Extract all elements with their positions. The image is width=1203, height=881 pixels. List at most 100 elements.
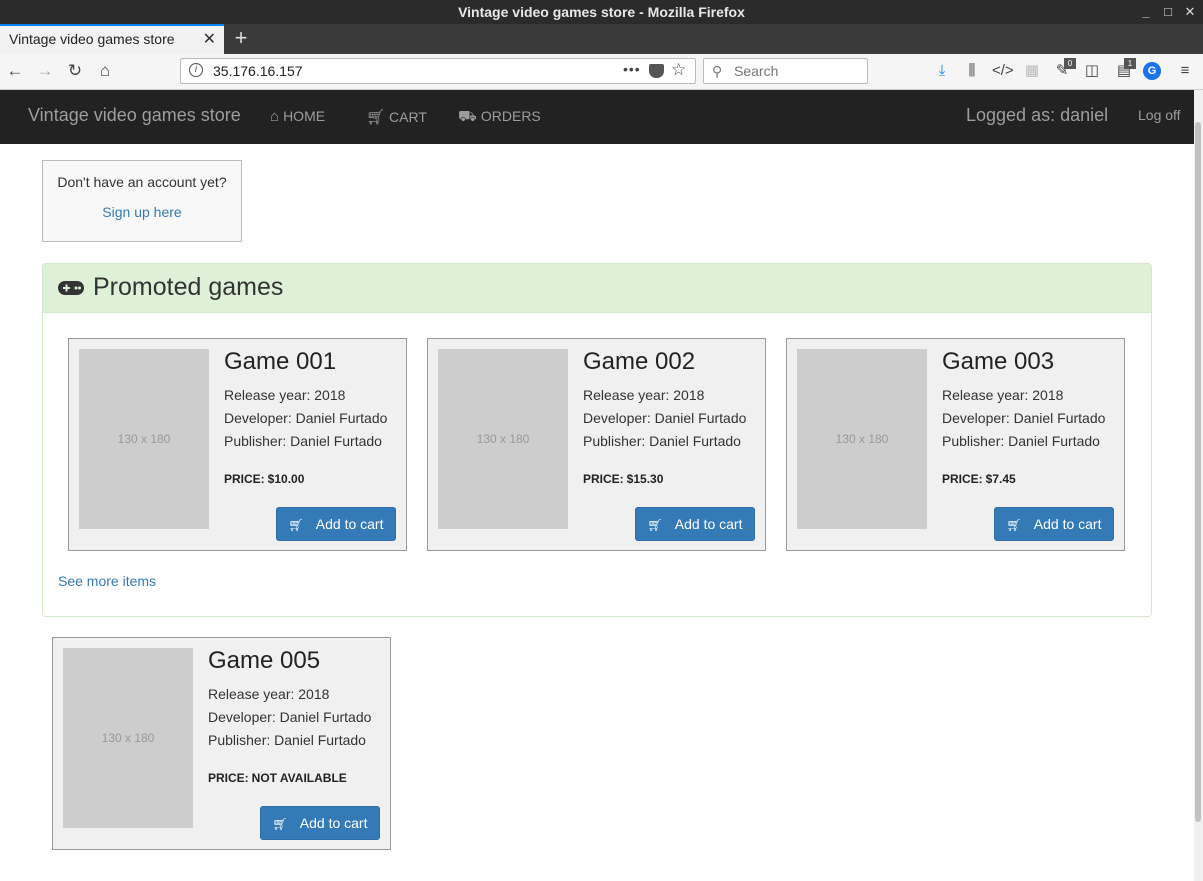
game-card: 130 x 180 Game 003 Release year: 2018 De… [786, 338, 1125, 551]
nav-home[interactable]: ⌂ HOME [270, 108, 325, 125]
price-value: $15.30 [626, 472, 664, 486]
see-more-link[interactable]: See more items [58, 573, 156, 589]
brand-link[interactable]: Vintage video games store [28, 105, 241, 126]
logged-as-text: Logged as: daniel [966, 105, 1109, 125]
release-year: Release year: 2018 [208, 686, 330, 702]
nav-orders-label: ORDERS [480, 108, 541, 124]
gamepad-icon [58, 281, 84, 295]
close-tab-icon[interactable]: ✕ [203, 26, 216, 53]
price-label: PRICE: [583, 472, 624, 486]
tab-strip: Vintage video games store ✕ + [0, 24, 1203, 54]
game-thumbnail[interactable]: 130 x 180 [438, 349, 568, 529]
screenshot-icon[interactable]: ▦ [1022, 61, 1042, 81]
game-title[interactable]: Game 005 [208, 647, 320, 675]
reload-icon[interactable]: ↻ [64, 60, 86, 82]
new-tab-icon[interactable]: + [230, 24, 252, 54]
browser-toolbar: ← → ↻ ⌂ i 35.176.16.157 ••• ☆ ⚲ ⤓ ⫼ </> … [0, 54, 1203, 90]
shopping-cart-icon: 🛒︎ [288, 518, 304, 532]
nav-home-label: HOME [283, 108, 326, 124]
minimize-button[interactable]: _ [1134, 0, 1158, 24]
truck-icon: ⛟ [458, 108, 477, 125]
log-off-link[interactable]: Log off [1138, 107, 1181, 123]
developer: Developer: Daniel Furtado [224, 410, 388, 426]
add-to-cart-label: Add to cart [315, 516, 384, 532]
price-label: PRICE: [208, 771, 249, 785]
price: PRICE: NOT AVAILABLE [208, 771, 347, 785]
publisher: Publisher: Daniel Furtado [208, 732, 366, 748]
shopping-cart-icon: 🛒︎ [1006, 518, 1022, 532]
game-title[interactable]: Game 003 [942, 348, 1054, 376]
forward-arrow-icon[interactable]: → [34, 60, 56, 82]
price: PRICE: $7.45 [942, 472, 1016, 486]
scrollbar-thumb[interactable] [1195, 122, 1201, 822]
signup-question: Don't have an account yet? [57, 174, 227, 190]
grammarly-icon[interactable]: G [1143, 62, 1161, 80]
home-icon: ⌂ [270, 108, 280, 125]
menu-icon[interactable]: ≡ [1175, 61, 1195, 81]
nav-cart[interactable]: 🛒︎ CART [366, 108, 427, 126]
price-value: $7.45 [985, 472, 1016, 486]
price: PRICE: $10.00 [224, 472, 304, 486]
developer-tools-icon[interactable]: </> [992, 61, 1014, 81]
price-value: NOT AVAILABLE [251, 771, 347, 785]
add-to-cart-label: Add to cart [1033, 516, 1102, 532]
url-text[interactable]: 35.176.16.157 [213, 63, 303, 79]
browser-tab[interactable]: Vintage video games store ✕ [0, 24, 224, 54]
game-card: 130 x 180 Game 001 Release year: 2018 De… [68, 338, 407, 551]
add-to-cart-label: Add to cart [674, 516, 743, 532]
game-title[interactable]: Game 002 [583, 348, 695, 376]
shopping-cart-icon: 🛒︎ [647, 518, 663, 532]
search-input[interactable] [734, 62, 859, 80]
release-year: Release year: 2018 [583, 387, 705, 403]
search-bar[interactable]: ⚲ [703, 58, 868, 84]
release-year: Release year: 2018 [224, 387, 346, 403]
add-to-cart-button[interactable]: 🛒︎ Add to cart [260, 806, 380, 840]
download-icon[interactable]: ⤓ [932, 61, 952, 81]
publisher: Publisher: Daniel Furtado [942, 433, 1100, 449]
window-title: Vintage video games store - Mozilla Fire… [458, 4, 745, 20]
game-thumbnail[interactable]: 130 x 180 [797, 349, 927, 529]
price-label: PRICE: [224, 472, 265, 486]
add-to-cart-button[interactable]: 🛒︎ Add to cart [276, 507, 396, 541]
extension-a-badge: 0 [1064, 58, 1076, 69]
release-year: Release year: 2018 [942, 387, 1064, 403]
site-info-icon[interactable]: i [189, 63, 203, 77]
page-scrollbar[interactable] [1194, 90, 1203, 881]
tab-title: Vintage video games store [9, 31, 175, 47]
home-icon[interactable]: ⌂ [94, 60, 116, 82]
developer: Developer: Daniel Furtado [942, 410, 1106, 426]
price-value: $10.00 [267, 472, 305, 486]
price: PRICE: $15.30 [583, 472, 663, 486]
sidebar-icon[interactable]: ◫ [1082, 61, 1102, 81]
maximize-button[interactable]: □ [1156, 0, 1180, 24]
url-bar[interactable]: i 35.176.16.157 ••• ☆ [180, 58, 696, 84]
site-navbar: Vintage video games store ⌂ HOME 🛒︎ CART ⛟… [0, 90, 1194, 144]
game-thumbnail[interactable]: 130 x 180 [63, 648, 193, 828]
promoted-games-panel: Promoted games 130 x 180 Game 001 Releas… [42, 263, 1152, 617]
extension-b-badge: 1 [1124, 58, 1136, 69]
panel-title: Promoted games [93, 273, 284, 301]
nav-cart-label: CART [389, 109, 427, 125]
nav-orders[interactable]: ⛟ ORDERS [458, 108, 541, 127]
signup-box: Don't have an account yet? Sign up here [42, 160, 242, 242]
panel-heading: Promoted games [43, 264, 1151, 313]
price-label: PRICE: [942, 472, 983, 486]
developer: Developer: Daniel Furtado [208, 709, 372, 725]
pocket-icon[interactable] [649, 64, 664, 78]
shopping-cart-icon: 🛒︎ [366, 109, 386, 126]
shopping-cart-icon: 🛒︎ [272, 817, 288, 831]
page-actions-icon[interactable]: ••• [623, 61, 641, 77]
signup-link[interactable]: Sign up here [43, 204, 241, 220]
game-card: 130 x 180 Game 002 Release year: 2018 De… [427, 338, 766, 551]
library-icon[interactable]: ⫼ [962, 61, 982, 81]
add-to-cart-label: Add to cart [299, 815, 368, 831]
back-arrow-icon[interactable]: ← [4, 60, 26, 82]
add-to-cart-button[interactable]: 🛒︎ Add to cart [994, 507, 1114, 541]
developer: Developer: Daniel Furtado [583, 410, 747, 426]
add-to-cart-button[interactable]: 🛒︎ Add to cart [635, 507, 755, 541]
bookmark-star-icon[interactable]: ☆ [671, 60, 686, 80]
game-title[interactable]: Game 001 [224, 348, 336, 376]
close-window-button[interactable]: ✕ [1178, 0, 1202, 24]
game-thumbnail[interactable]: 130 x 180 [79, 349, 209, 529]
publisher: Publisher: Daniel Furtado [583, 433, 741, 449]
